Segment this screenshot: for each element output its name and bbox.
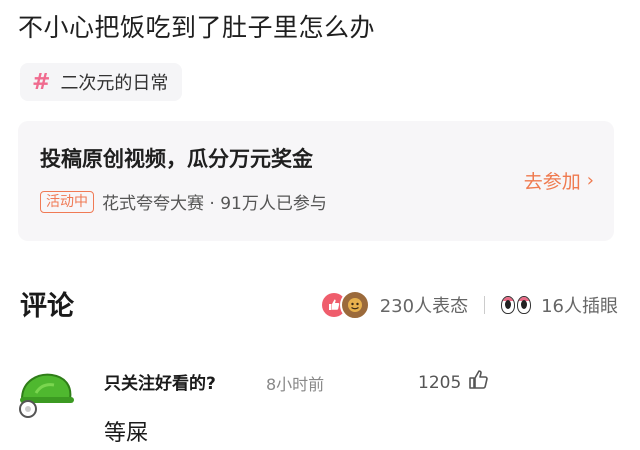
comments-header: 评论 230人表态 16人插眼 xyxy=(0,280,640,330)
event-status-badge: 活动中 xyxy=(40,190,94,213)
thumbs-up-outline-icon xyxy=(467,368,491,397)
comment-stats: 230人表态 16人插眼 xyxy=(321,290,618,320)
topic-chip[interactable]: # 二次元的日常 xyxy=(20,63,183,101)
comment-like-button[interactable]: 1205 xyxy=(418,368,491,397)
topic-label: 二次元的日常 xyxy=(60,73,169,94)
chevron-right-icon: › xyxy=(586,170,594,191)
event-subtitle: 花式夸夸大赛 · 91万人已参与 xyxy=(102,194,327,214)
reactions-count[interactable]: 230人表态 xyxy=(380,292,468,318)
post-title: 不小心把饭吃到了肚子里怎么办 xyxy=(18,13,376,42)
join-event-label: 去参加 xyxy=(523,171,581,193)
event-card[interactable]: 投稿原创视频，瓜分万元奖金 活动中 花式夸夸大赛 · 91万人已参与 去参加 › xyxy=(18,121,614,241)
eyes-icon xyxy=(501,296,532,314)
comment-author[interactable]: 只关注好看的? xyxy=(104,369,216,394)
insert-images-count[interactable]: 16人插眼 xyxy=(541,292,618,318)
comments-title: 评论 xyxy=(20,291,74,322)
reaction-icons[interactable] xyxy=(321,290,370,320)
comment-like-count: 1205 xyxy=(418,372,462,393)
hash-icon: # xyxy=(32,69,51,95)
comment-item: 只关注好看的? 8小时前 1205 等屎 xyxy=(0,355,640,450)
stats-divider xyxy=(484,296,486,314)
avatar[interactable] xyxy=(16,369,76,421)
event-title: 投稿原创视频，瓜分万元奖金 xyxy=(40,147,313,171)
comment-text: 等屎 xyxy=(104,421,149,446)
comment-time: 8小时前 xyxy=(266,375,325,394)
join-event-button[interactable]: 去参加 › xyxy=(524,167,594,194)
emoji-face-reaction-icon xyxy=(339,290,370,320)
event-subtitle-row: 活动中 花式夸夸大赛 · 91万人已参与 xyxy=(40,189,327,214)
